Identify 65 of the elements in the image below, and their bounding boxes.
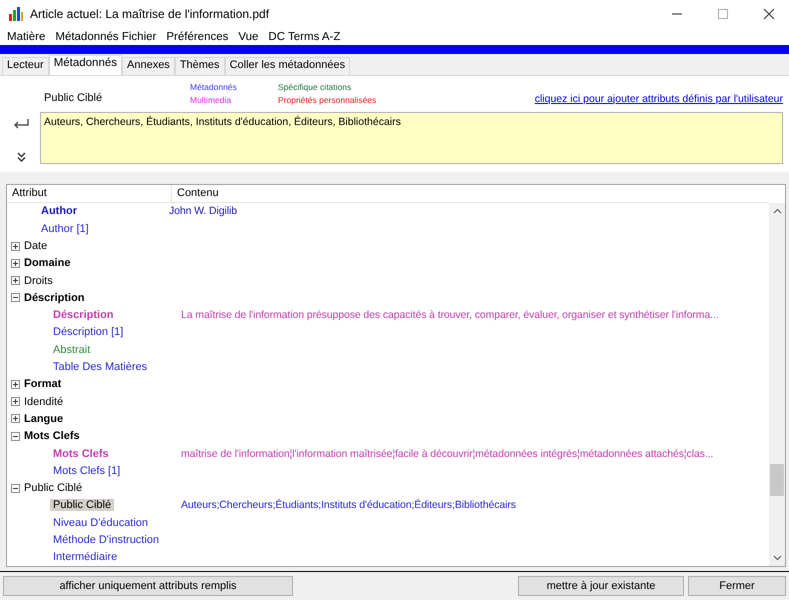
menu-item[interactable]: Matière <box>2 30 50 43</box>
attribute-name[interactable]: Public Ciblé <box>50 499 114 512</box>
tab[interactable]: Lecteur <box>2 56 49 75</box>
column-header[interactable]: Contenu <box>172 184 769 202</box>
attribute-value: Auteurs;Chercheurs;Étudiants;Instituts d'éducation;Éditeurs;Bibliothécairs <box>180 499 516 512</box>
attribute-name[interactable]: Déscription [1] <box>50 326 126 338</box>
attribute-name[interactable]: Intermédiaire <box>50 551 120 564</box>
add-attributes-link[interactable]: cliquez ici pour ajouter attributs définis par l'utilisateur <box>534 92 783 105</box>
attribute-name[interactable]: Méthode D'instruction <box>50 534 162 546</box>
expander-icon[interactable] <box>11 293 20 302</box>
group-label[interactable]: Format <box>24 378 62 390</box>
attribute-name[interactable]: Niveau D'éducation <box>50 516 152 529</box>
group-label[interactable]: Domaine <box>24 257 70 270</box>
group-label[interactable]: Langue <box>24 412 64 425</box>
legend-label: Multimedia <box>190 95 232 106</box>
group-label[interactable]: Public Ciblé <box>24 482 82 494</box>
scroll-down-icon[interactable] <box>772 555 782 561</box>
action-button[interactable]: mettre à jour existante <box>518 576 684 596</box>
tab[interactable]: Annexes <box>122 56 175 75</box>
close-icon[interactable] <box>763 8 775 20</box>
group-label[interactable]: Idendité <box>24 396 64 408</box>
group-label[interactable]: Date <box>24 240 48 252</box>
vertical-scrollbar[interactable] <box>769 202 785 566</box>
action-button[interactable]: Fermer <box>688 576 786 596</box>
expander-icon[interactable] <box>11 397 20 406</box>
attribute-value: maîtrise de l'information¦l'information maîtrisée¦facile à découvrir¦métadonnées intégrés¦métadonnées attachés¦clas... <box>180 448 714 460</box>
expander-icon[interactable] <box>11 276 20 286</box>
group-label[interactable]: Droits <box>24 274 53 287</box>
expander-icon[interactable] <box>11 484 20 493</box>
menu-item[interactable]: Métadonnés Fichier <box>50 30 162 43</box>
expander-icon[interactable] <box>11 414 20 424</box>
expander-icon[interactable] <box>11 432 20 441</box>
double-chevron-icon[interactable] <box>16 152 26 162</box>
scroll-thumb[interactable] <box>770 464 784 496</box>
app-icon <box>8 6 24 22</box>
menu-item[interactable]: Préférences <box>161 30 234 43</box>
attribute-name[interactable]: Abstrait <box>50 344 94 356</box>
attribute-name[interactable]: Author <box>38 205 80 218</box>
attribute-name[interactable]: Mots Clefs <box>50 448 112 460</box>
legend-label: Propriétés personnalisées <box>278 95 378 106</box>
attribute-name[interactable]: Table Des Matières <box>50 361 150 374</box>
attribute-value: John W. Digilib <box>168 205 237 218</box>
expander-icon[interactable] <box>11 380 20 389</box>
attribute-name[interactable]: Déscription <box>50 309 117 322</box>
window-title: Article actuel: La maîtrise de l'information.pdf <box>30 7 270 22</box>
column-header[interactable]: Attribut <box>7 184 172 202</box>
expander-icon[interactable] <box>11 258 20 268</box>
legend-label: Spécifique citations <box>278 82 352 92</box>
tab[interactable]: Thèmes <box>174 56 225 75</box>
tab[interactable]: Métadonnés <box>48 54 122 75</box>
attribute-label: Public Ciblé <box>44 92 104 104</box>
tab[interactable]: Coller les métadonnées <box>224 56 350 75</box>
value-text-area[interactable]: Auteurs, Chercheurs, Étudiants, Instituts d'éducation, Éditeurs, Bibliothécairs <box>40 112 783 164</box>
group-label[interactable]: Mots Clefs <box>24 430 80 442</box>
menu-item[interactable]: DC Terms A-Z <box>263 30 346 43</box>
attribute-name[interactable]: Mots Clefs [1] <box>50 464 124 477</box>
scroll-up-icon[interactable] <box>772 208 782 214</box>
show-filled-button[interactable]: afficher uniquement attributs remplis <box>3 576 293 596</box>
group-label[interactable]: Déscription <box>24 292 85 304</box>
legend-label: Métadonnés <box>190 82 238 92</box>
return-arrow-icon[interactable] <box>12 118 30 130</box>
menu-item[interactable]: Vue <box>233 30 264 43</box>
expander-icon[interactable] <box>11 242 20 250</box>
attribute-name[interactable]: Author [1] <box>38 222 92 235</box>
attribute-value: La maîtrise de l'information présuppose des capacités à trouver, comparer, évaluer, organiser et synthétiser l'informa... <box>180 309 719 322</box>
